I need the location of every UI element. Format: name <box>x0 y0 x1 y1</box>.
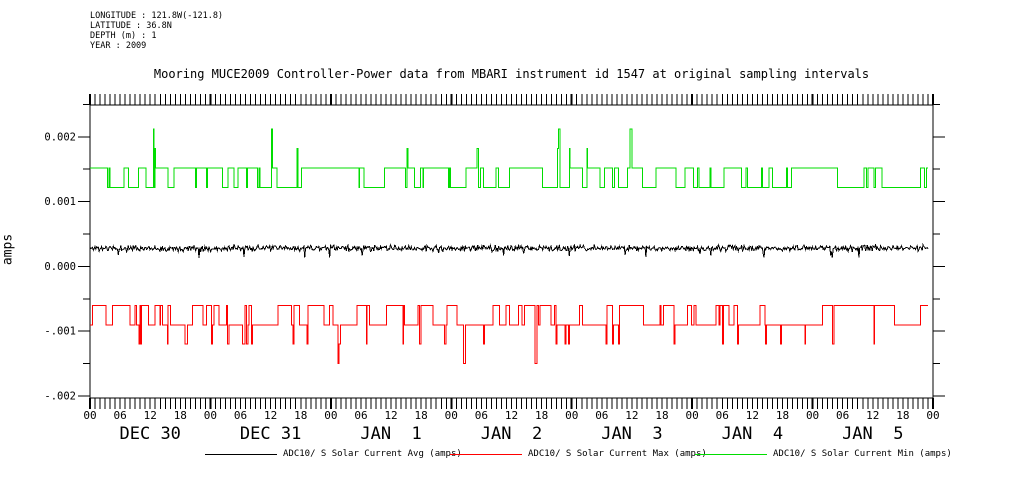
day-label: JAN 2 <box>481 424 542 444</box>
hour-tick-label: 06 <box>113 409 126 422</box>
legend-label-max: ADC10/ S Solar Current Max (amps) <box>528 448 707 460</box>
hour-tick-label: 00 <box>204 409 217 422</box>
hour-tick-label: 18 <box>655 409 668 422</box>
hour-tick-label: 18 <box>174 409 187 422</box>
hour-tick-label: 00 <box>686 409 699 422</box>
plot-screen: LONGITUDE : 121.8W(-121.8) LATITUDE : 36… <box>0 0 1009 504</box>
chart-svg: 00 06 12 18 00 06 12 18 00 06 12 18 00 06 12 18 00 06 12 18… <box>0 0 1009 504</box>
y-tick-label: -.002 <box>44 391 76 403</box>
hour-tick-label: 06 <box>595 409 608 422</box>
day-label: DEC 30 <box>120 424 181 444</box>
legend-item-max: ADC10/ S Solar Current Max (amps) <box>450 448 707 460</box>
hour-tick-label: 06 <box>234 409 247 422</box>
legend-item-min: ADC10/ S Solar Current Min (amps) <box>695 448 952 460</box>
y-tick-label: 0.002 <box>44 131 76 143</box>
y-tick-label: -.001 <box>44 326 76 338</box>
legend-label-avg: ADC10/ S Solar Current Avg (amps) <box>283 448 462 460</box>
hour-tick-label: 12 <box>625 409 638 422</box>
day-label: JAN 4 <box>722 424 783 444</box>
hour-tick-label: 06 <box>836 409 849 422</box>
hour-tick-label: 00 <box>324 409 337 422</box>
day-label: JAN 5 <box>842 424 903 444</box>
day-label: DEC 31 <box>240 424 301 444</box>
hour-tick-label: 00 <box>806 409 819 422</box>
hour-tick-label: 00 <box>83 409 96 422</box>
hour-tick-label: 12 <box>746 409 759 422</box>
hour-tick-label: 18 <box>896 409 909 422</box>
day-label: JAN 3 <box>601 424 662 444</box>
hour-tick-label: 18 <box>776 409 789 422</box>
hour-tick-label: 18 <box>294 409 307 422</box>
hour-tick-label: 00 <box>926 409 939 422</box>
hour-tick-label: 12 <box>264 409 277 422</box>
hour-tick-label: 06 <box>716 409 729 422</box>
hour-tick-label: 12 <box>505 409 518 422</box>
legend-line-max <box>450 454 522 455</box>
y-tick-label: 0.000 <box>44 261 76 273</box>
hour-tick-label: 18 <box>415 409 428 422</box>
day-label: JAN 1 <box>360 424 421 444</box>
hour-tick-label: 12 <box>866 409 879 422</box>
hour-tick-label: 06 <box>475 409 488 422</box>
legend-line-avg <box>205 454 277 455</box>
series-line-min <box>90 129 928 187</box>
hour-tick-label: 06 <box>354 409 367 422</box>
hour-tick-label: 12 <box>144 409 157 422</box>
series-line-max <box>90 305 928 363</box>
series-line-avg <box>90 244 928 258</box>
hour-tick-label: 00 <box>565 409 578 422</box>
hour-tick-label: 00 <box>445 409 458 422</box>
legend-line-min <box>695 454 767 455</box>
y-tick-label: 0.001 <box>44 196 76 208</box>
legend-label-min: ADC10/ S Solar Current Min (amps) <box>773 448 952 460</box>
hour-tick-label: 18 <box>535 409 548 422</box>
hour-tick-label: 12 <box>384 409 397 422</box>
legend-item-avg: ADC10/ S Solar Current Avg (amps) <box>205 448 462 460</box>
